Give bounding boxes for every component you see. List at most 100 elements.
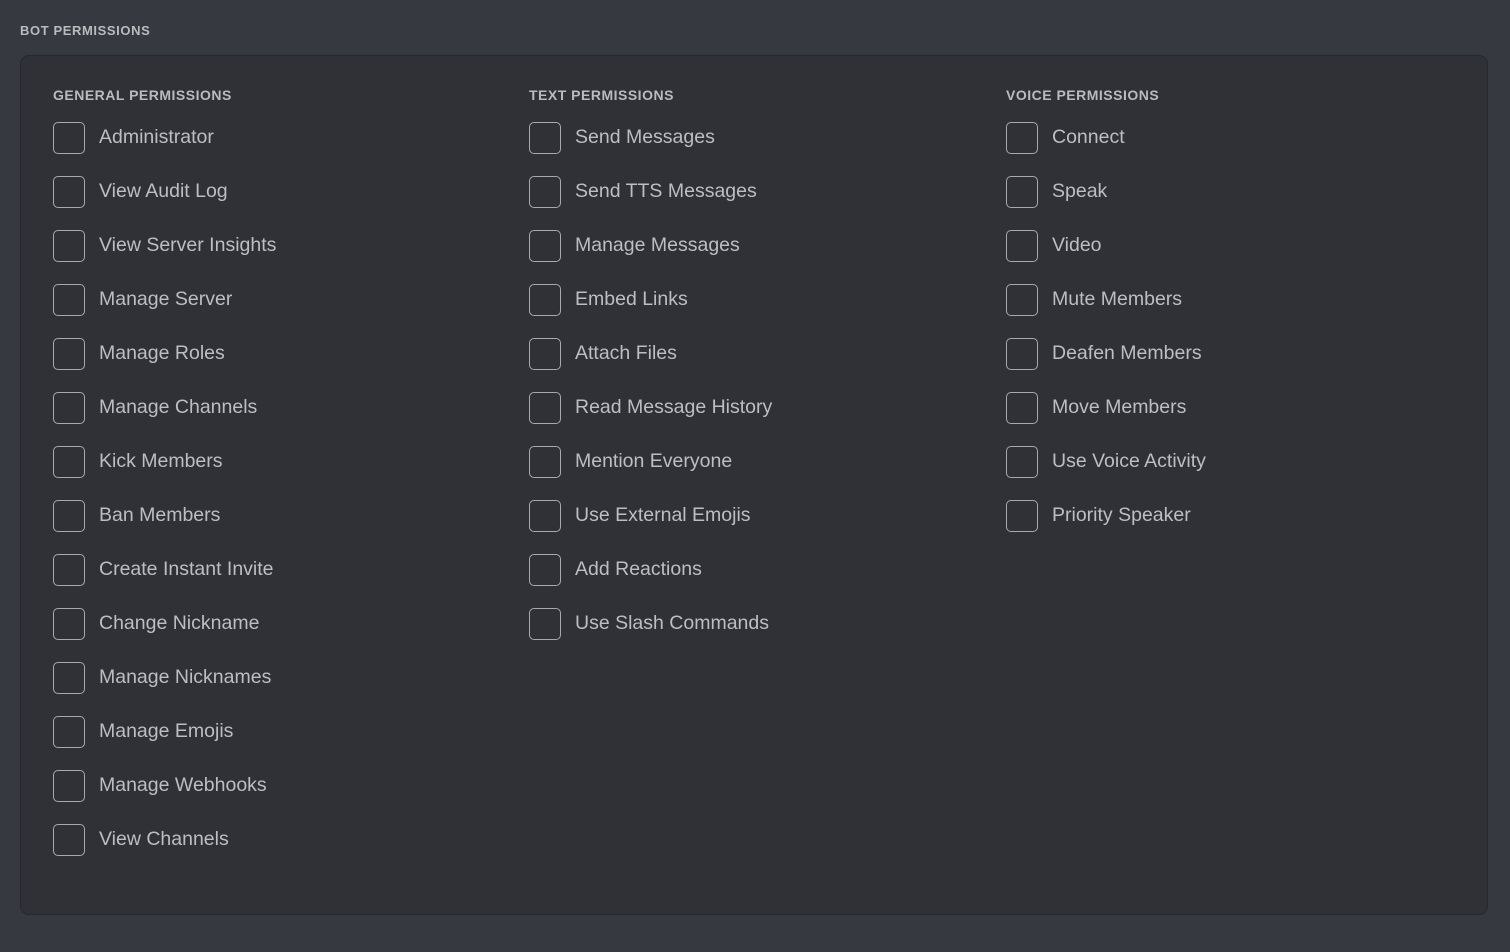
- permission-label: Send Messages: [575, 126, 715, 149]
- bot-permissions-page: BOT PERMISSIONS GENERAL PERMISSIONS ✓ Admi…: [0, 0, 1510, 952]
- permission-label: Manage Messages: [575, 234, 740, 257]
- checkbox-unchecked-icon[interactable]: ✓: [529, 500, 561, 532]
- checkbox-unchecked-icon[interactable]: ✓: [53, 338, 85, 370]
- permission-row[interactable]: ✓ View Server Insights: [53, 230, 493, 262]
- permission-row[interactable]: ✓ Read Message History: [529, 392, 969, 424]
- checkbox-unchecked-icon[interactable]: ✓: [53, 608, 85, 640]
- checkbox-unchecked-icon[interactable]: ✓: [53, 554, 85, 586]
- checkbox-unchecked-icon[interactable]: ✓: [529, 122, 561, 154]
- permission-label: Administrator: [99, 126, 214, 149]
- checkbox-unchecked-icon[interactable]: ✓: [1006, 284, 1038, 316]
- permission-label: Read Message History: [575, 396, 773, 419]
- permission-label: Priority Speaker: [1052, 504, 1191, 527]
- permission-row[interactable]: ✓ Embed Links: [529, 284, 969, 316]
- permission-label: Ban Members: [99, 504, 221, 527]
- checkbox-unchecked-icon[interactable]: ✓: [529, 230, 561, 262]
- checkbox-unchecked-icon[interactable]: ✓: [529, 446, 561, 478]
- permission-column: VOICE PERMISSIONS ✓ Connect ✓ Speak ✓ Video ✓ Mu…: [1006, 87, 1446, 554]
- checkbox-unchecked-icon[interactable]: ✓: [53, 824, 85, 856]
- checkbox-unchecked-icon[interactable]: ✓: [53, 500, 85, 532]
- checkbox-unchecked-icon[interactable]: ✓: [53, 122, 85, 154]
- permission-row[interactable]: ✓ Create Instant Invite: [53, 554, 493, 586]
- permission-row[interactable]: ✓ Video: [1006, 230, 1446, 262]
- permission-row[interactable]: ✓ Kick Members: [53, 446, 493, 478]
- checkbox-unchecked-icon[interactable]: ✓: [53, 230, 85, 262]
- column-title: TEXT PERMISSIONS: [529, 87, 674, 103]
- permission-row[interactable]: ✓ Deafen Members: [1006, 338, 1446, 370]
- permission-row[interactable]: ✓ Manage Server: [53, 284, 493, 316]
- permission-row[interactable]: ✓ Use Voice Activity: [1006, 446, 1446, 478]
- permission-row[interactable]: ✓ Manage Webhooks: [53, 770, 493, 802]
- permission-row[interactable]: ✓ Administrator: [53, 122, 493, 154]
- permission-label: Manage Roles: [99, 342, 225, 365]
- checkbox-unchecked-icon[interactable]: ✓: [529, 608, 561, 640]
- permission-label: Use Slash Commands: [575, 612, 769, 635]
- permission-row[interactable]: ✓ Use Slash Commands: [529, 608, 969, 640]
- permission-label: Manage Nicknames: [99, 666, 272, 689]
- permission-row[interactable]: ✓ Add Reactions: [529, 554, 969, 586]
- permission-row[interactable]: ✓ Send Messages: [529, 122, 969, 154]
- permission-label: Speak: [1052, 180, 1108, 203]
- permission-row[interactable]: ✓ Mute Members: [1006, 284, 1446, 316]
- permission-label: Manage Channels: [99, 396, 258, 419]
- permission-row[interactable]: ✓ Speak: [1006, 176, 1446, 208]
- permission-label: Manage Emojis: [99, 720, 234, 743]
- checkbox-unchecked-icon[interactable]: ✓: [1006, 446, 1038, 478]
- permission-column: GENERAL PERMISSIONS ✓ Administrator ✓ View A…: [53, 87, 493, 878]
- permission-label: Mute Members: [1052, 288, 1183, 311]
- permission-row[interactable]: ✓ Manage Nicknames: [53, 662, 493, 694]
- permission-row[interactable]: ✓ View Channels: [53, 824, 493, 856]
- permission-row[interactable]: ✓ Manage Roles: [53, 338, 493, 370]
- permission-label: Deafen Members: [1052, 342, 1202, 365]
- checkbox-unchecked-icon[interactable]: ✓: [53, 770, 85, 802]
- permission-label: Move Members: [1052, 396, 1187, 419]
- permission-row[interactable]: ✓ Send TTS Messages: [529, 176, 969, 208]
- permission-row[interactable]: ✓ Move Members: [1006, 392, 1446, 424]
- permission-label: Video: [1052, 234, 1102, 257]
- checkbox-unchecked-icon[interactable]: ✓: [529, 392, 561, 424]
- checkbox-unchecked-icon[interactable]: ✓: [1006, 338, 1038, 370]
- permission-row[interactable]: ✓ Ban Members: [53, 500, 493, 532]
- checkbox-unchecked-icon[interactable]: ✓: [529, 338, 561, 370]
- permission-row[interactable]: ✓ Priority Speaker: [1006, 500, 1446, 532]
- permission-label: Use Voice Activity: [1052, 450, 1206, 473]
- checkbox-unchecked-icon[interactable]: ✓: [1006, 122, 1038, 154]
- checkbox-unchecked-icon[interactable]: ✓: [1006, 176, 1038, 208]
- permission-row[interactable]: ✓ Use External Emojis: [529, 500, 969, 532]
- permission-label: Attach Files: [575, 342, 677, 365]
- page-title: BOT PERMISSIONS: [20, 23, 151, 38]
- permission-row[interactable]: ✓ Change Nickname: [53, 608, 493, 640]
- checkbox-unchecked-icon[interactable]: ✓: [53, 284, 85, 316]
- checkbox-unchecked-icon[interactable]: ✓: [529, 284, 561, 316]
- checkbox-unchecked-icon[interactable]: ✓: [53, 446, 85, 478]
- checkbox-unchecked-icon[interactable]: ✓: [53, 392, 85, 424]
- permission-row[interactable]: ✓ Manage Messages: [529, 230, 969, 262]
- permission-label: Mention Everyone: [575, 450, 733, 473]
- checkbox-unchecked-icon[interactable]: ✓: [529, 176, 561, 208]
- permission-label: Change Nickname: [99, 612, 260, 635]
- permission-label: Add Reactions: [575, 558, 702, 581]
- permission-label: View Audit Log: [99, 180, 228, 203]
- permission-list: ✓ Send Messages ✓ Send TTS Messages ✓ Manage …: [529, 122, 969, 640]
- permission-label: Manage Server: [99, 288, 233, 311]
- column-title: VOICE PERMISSIONS: [1006, 87, 1160, 103]
- permission-row[interactable]: ✓ Mention Everyone: [529, 446, 969, 478]
- checkbox-unchecked-icon[interactable]: ✓: [1006, 500, 1038, 532]
- permission-label: Kick Members: [99, 450, 223, 473]
- permission-row[interactable]: ✓ View Audit Log: [53, 176, 493, 208]
- checkbox-unchecked-icon[interactable]: ✓: [1006, 392, 1038, 424]
- permission-label: View Server Insights: [99, 234, 277, 257]
- permission-row[interactable]: ✓ Manage Emojis: [53, 716, 493, 748]
- checkbox-unchecked-icon[interactable]: ✓: [529, 554, 561, 586]
- permission-list: ✓ Connect ✓ Speak ✓ Video ✓ Mute Members ✓ Deafen…: [1006, 122, 1446, 532]
- permission-row[interactable]: ✓ Connect: [1006, 122, 1446, 154]
- permission-label: Create Instant Invite: [99, 558, 274, 581]
- checkbox-unchecked-icon[interactable]: ✓: [53, 716, 85, 748]
- permission-column: TEXT PERMISSIONS ✓ Send Messages ✓ Send TTS …: [529, 87, 969, 662]
- permission-label: Manage Webhooks: [99, 774, 267, 797]
- checkbox-unchecked-icon[interactable]: ✓: [53, 176, 85, 208]
- checkbox-unchecked-icon[interactable]: ✓: [1006, 230, 1038, 262]
- checkbox-unchecked-icon[interactable]: ✓: [53, 662, 85, 694]
- permission-row[interactable]: ✓ Manage Channels: [53, 392, 493, 424]
- permission-row[interactable]: ✓ Attach Files: [529, 338, 969, 370]
